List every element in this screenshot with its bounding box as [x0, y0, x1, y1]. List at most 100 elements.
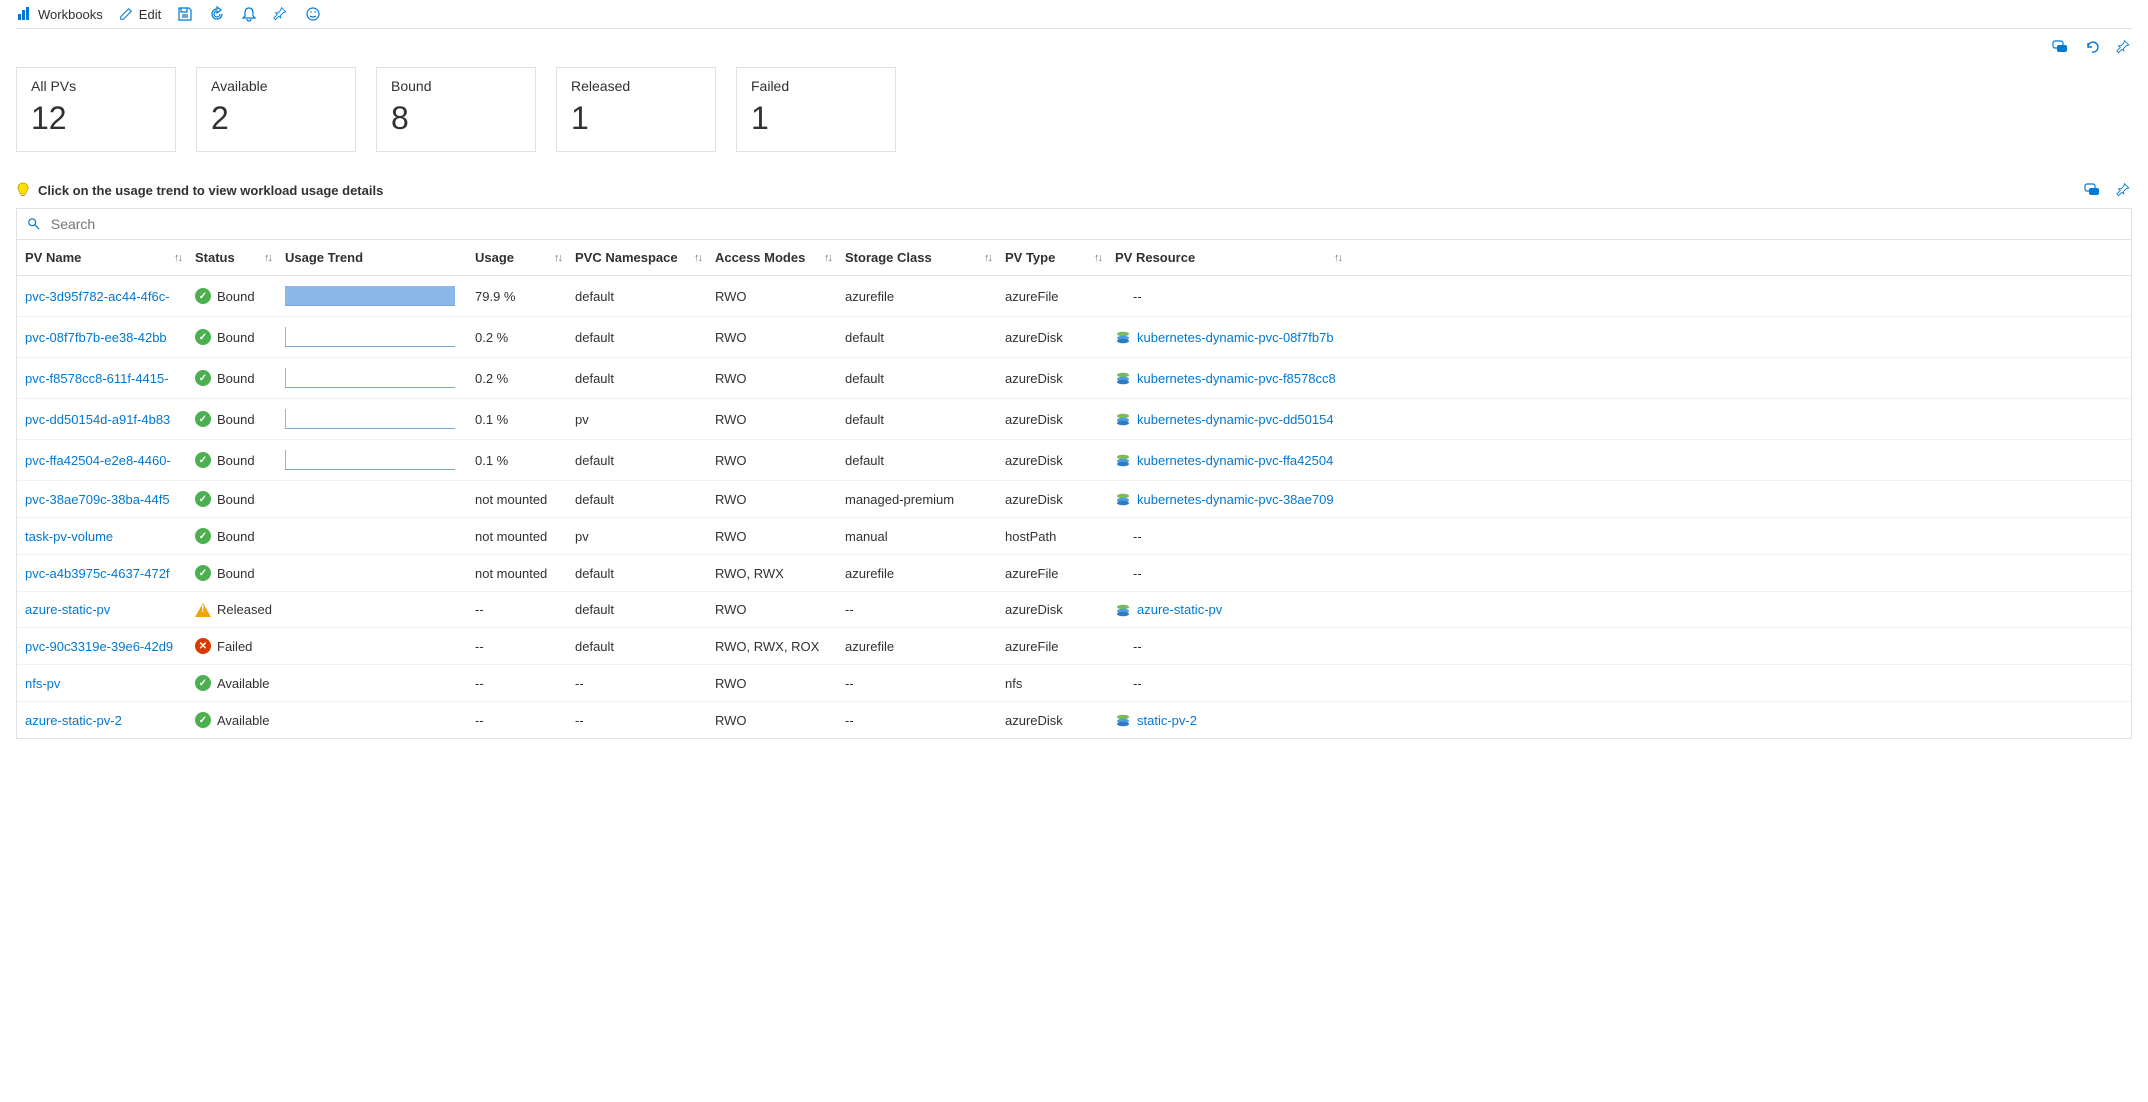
- smile-icon[interactable]: [305, 6, 321, 22]
- namespace-cell: default: [575, 492, 715, 507]
- tile-label: All PVs: [31, 78, 161, 94]
- col-storage-class[interactable]: Storage Class↑↓: [845, 250, 1005, 265]
- pv-table: PV Name↑↓ Status↑↓ Usage Trend Usage↑↓ P…: [16, 240, 2132, 739]
- access-modes-cell: RWO: [715, 492, 845, 507]
- status-cell: ✓Available: [195, 675, 285, 691]
- usage-cell: 0.2 %: [475, 371, 575, 386]
- pin-icon[interactable]: [2116, 182, 2132, 198]
- storage-class-cell: azurefile: [845, 639, 1005, 654]
- chat-icon[interactable]: [2052, 39, 2068, 55]
- col-pv-resource[interactable]: PV Resource↑↓: [1115, 250, 1355, 265]
- top-toolbar: Workbooks Edit: [16, 0, 2132, 29]
- check-icon: ✓: [195, 411, 211, 427]
- status-cell: ✓Bound: [195, 528, 285, 544]
- status-cell: ✓Bound: [195, 491, 285, 507]
- pv-name-link[interactable]: pvc-08f7fb7b-ee38-42bb: [25, 330, 195, 345]
- col-pvc-namespace[interactable]: PVC Namespace↑↓: [575, 250, 715, 265]
- status-cell: ✓Available: [195, 712, 285, 728]
- pv-type-cell: azureFile: [1005, 639, 1115, 654]
- check-icon: ✓: [195, 491, 211, 507]
- save-icon[interactable]: [177, 6, 193, 22]
- access-modes-cell: RWO, RWX: [715, 566, 845, 581]
- table-row: pvc-f8578cc8-611f-4415- ✓Bound 0.2 % def…: [17, 358, 2131, 399]
- tile[interactable]: Failed 1: [736, 67, 896, 152]
- pv-resource-link[interactable]: kubernetes-dynamic-pvc-ffa42504: [1115, 453, 1355, 468]
- pv-name-link[interactable]: nfs-pv: [25, 676, 195, 691]
- workbooks-label: Workbooks: [38, 7, 103, 22]
- search-bar[interactable]: [16, 208, 2132, 240]
- usage-cell: 0.1 %: [475, 453, 575, 468]
- tile-label: Failed: [751, 78, 881, 94]
- storage-class-cell: --: [845, 676, 1005, 691]
- tile[interactable]: Available 2: [196, 67, 356, 152]
- usage-cell: not mounted: [475, 566, 575, 581]
- pv-name-link[interactable]: azure-static-pv: [25, 602, 195, 617]
- status-cell: ✓Bound: [195, 452, 285, 468]
- pv-name-link[interactable]: pvc-90c3319e-39e6-42d9: [25, 639, 195, 654]
- table-row: pvc-ffa42504-e2e8-4460- ✓Bound 0.1 % def…: [17, 440, 2131, 481]
- usage-trend-bar[interactable]: [285, 286, 455, 306]
- tile[interactable]: Bound 8: [376, 67, 536, 152]
- status-cell: ✓Bound: [195, 411, 285, 427]
- pv-resource-link[interactable]: kubernetes-dynamic-pvc-08f7fb7b: [1115, 330, 1355, 345]
- workbooks-button[interactable]: Workbooks: [16, 6, 103, 22]
- usage-trend-bar[interactable]: [285, 450, 455, 470]
- usage-cell: 0.1 %: [475, 412, 575, 427]
- pv-resource-link[interactable]: kubernetes-dynamic-pvc-f8578cc8: [1115, 371, 1355, 386]
- tile-label: Available: [211, 78, 341, 94]
- pin-icon[interactable]: [273, 6, 289, 22]
- storage-class-cell: --: [845, 713, 1005, 728]
- check-icon: ✓: [195, 712, 211, 728]
- pv-name-link[interactable]: pvc-a4b3975c-4637-472f: [25, 566, 195, 581]
- pv-name-link[interactable]: pvc-f8578cc8-611f-4415-: [25, 371, 195, 386]
- chart-icon: [16, 6, 32, 22]
- check-icon: ✓: [195, 452, 211, 468]
- pv-name-link[interactable]: task-pv-volume: [25, 529, 195, 544]
- storage-class-cell: --: [845, 602, 1005, 617]
- pv-name-link[interactable]: pvc-3d95f782-ac44-4f6c-: [25, 289, 195, 304]
- usage-trend-bar[interactable]: [285, 409, 455, 429]
- pin-icon[interactable]: [2116, 39, 2132, 55]
- lightbulb-icon: [16, 182, 30, 198]
- refresh-icon[interactable]: [209, 6, 225, 22]
- chat-icon[interactable]: [2084, 182, 2100, 198]
- namespace-cell: pv: [575, 412, 715, 427]
- tile-value: 1: [751, 100, 881, 137]
- pv-type-cell: azureDisk: [1005, 371, 1115, 386]
- tile[interactable]: All PVs 12: [16, 67, 176, 152]
- col-status[interactable]: Status↑↓: [195, 250, 285, 265]
- disk-icon: [1115, 492, 1131, 506]
- col-pv-name[interactable]: PV Name↑↓: [25, 250, 195, 265]
- search-input[interactable]: [49, 215, 2121, 233]
- pv-type-cell: azureDisk: [1005, 602, 1115, 617]
- namespace-cell: --: [575, 713, 715, 728]
- pv-resource-link[interactable]: azure-static-pv: [1115, 602, 1355, 617]
- access-modes-cell: RWO: [715, 289, 845, 304]
- tile[interactable]: Released 1: [556, 67, 716, 152]
- pv-name-link[interactable]: pvc-38ae709c-38ba-44f5: [25, 492, 195, 507]
- storage-class-cell: default: [845, 371, 1005, 386]
- access-modes-cell: RWO: [715, 330, 845, 345]
- col-usage-trend[interactable]: Usage Trend: [285, 250, 475, 265]
- usage-trend-bar[interactable]: [285, 368, 455, 388]
- pv-resource-link[interactable]: kubernetes-dynamic-pvc-dd50154: [1115, 412, 1355, 427]
- storage-class-cell: azurefile: [845, 566, 1005, 581]
- pv-name-link[interactable]: pvc-dd50154d-a91f-4b83: [25, 412, 195, 427]
- pv-resource-link[interactable]: static-pv-2: [1115, 713, 1355, 728]
- usage-trend-bar[interactable]: [285, 327, 455, 347]
- namespace-cell: default: [575, 289, 715, 304]
- pv-type-cell: azureFile: [1005, 566, 1115, 581]
- pv-resource-text: --: [1115, 676, 1355, 691]
- pv-name-link[interactable]: pvc-ffa42504-e2e8-4460-: [25, 453, 195, 468]
- tile-value: 8: [391, 100, 521, 137]
- undo-icon[interactable]: [2084, 39, 2100, 55]
- col-access-modes[interactable]: Access Modes↑↓: [715, 250, 845, 265]
- notify-icon[interactable]: [241, 6, 257, 22]
- col-usage[interactable]: Usage↑↓: [475, 250, 575, 265]
- table-row: nfs-pv ✓Available -- -- RWO -- nfs --: [17, 665, 2131, 702]
- pv-resource-link[interactable]: kubernetes-dynamic-pvc-38ae709: [1115, 492, 1355, 507]
- pv-name-link[interactable]: azure-static-pv-2: [25, 713, 195, 728]
- edit-button[interactable]: Edit: [119, 7, 161, 22]
- storage-class-cell: default: [845, 412, 1005, 427]
- col-pv-type[interactable]: PV Type↑↓: [1005, 250, 1115, 265]
